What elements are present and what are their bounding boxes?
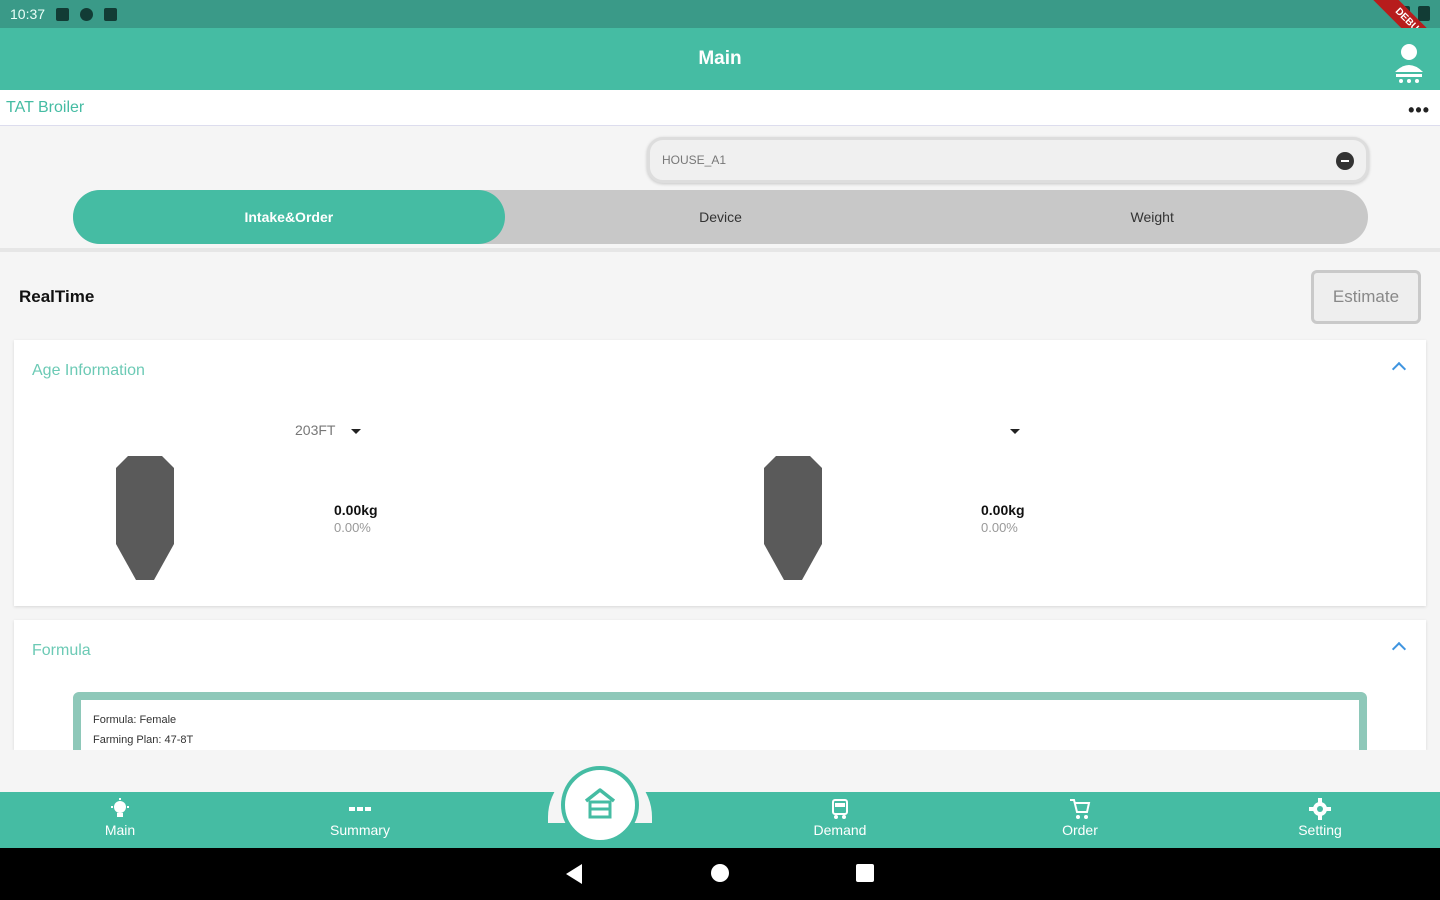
page-gap xyxy=(0,750,1440,792)
silo-1-percent: 0.00% xyxy=(334,520,371,535)
tab-intake-order[interactable]: Intake&Order xyxy=(73,190,505,244)
nav-main[interactable]: Main xyxy=(60,792,180,848)
age-information-card: Age Information 203FT 0.00kg 0.00% 0.00k… xyxy=(14,340,1426,606)
sub-bar: TAT Broiler ••• xyxy=(0,90,1440,126)
account-icon[interactable] xyxy=(1392,42,1426,84)
nav-demand[interactable]: Demand xyxy=(780,792,900,848)
silo-dropdown-2[interactable] xyxy=(994,422,1020,438)
home-fab-button[interactable] xyxy=(561,766,639,844)
silo-icon-1 xyxy=(116,456,174,580)
bottom-nav: Main Summary Demand Order Setting xyxy=(0,792,1440,848)
app-bar-title: Main xyxy=(0,28,1440,90)
nav-order-label: Order xyxy=(1062,822,1098,838)
house-select[interactable]: HOUSE_A1 xyxy=(647,137,1369,183)
house-select-value: HOUSE_A1 xyxy=(662,153,727,167)
lightbulb-icon xyxy=(111,798,129,817)
silo-dropdown-1[interactable]: 203FT xyxy=(295,422,362,438)
silo-dropdown-1-value: 203FT xyxy=(295,422,336,438)
status-time: 10:37 xyxy=(10,6,46,22)
silo-2-percent: 0.00% xyxy=(981,520,1018,535)
age-card-title: Age Information xyxy=(32,362,145,379)
silo-1-kg: 0.00kg xyxy=(334,502,378,518)
recent-apps-icon[interactable] xyxy=(856,864,874,882)
notification-icon xyxy=(56,7,70,21)
collapse-chevron-icon[interactable] xyxy=(1391,361,1407,377)
collapse-chevron-icon[interactable] xyxy=(1391,641,1407,657)
cart-icon xyxy=(1070,799,1091,819)
tab-device[interactable]: Device xyxy=(505,190,937,244)
barn-icon xyxy=(584,788,616,819)
status-bar: 10:37 xyxy=(0,0,1440,28)
system-nav-bar xyxy=(0,848,1440,900)
realtime-title: RealTime xyxy=(19,287,95,306)
sync-icon xyxy=(80,7,94,21)
nav-order[interactable]: Order xyxy=(1020,792,1140,848)
silo-icon-2 xyxy=(764,456,822,580)
tab-weight[interactable]: Weight xyxy=(936,190,1368,244)
formula-card-title: Formula xyxy=(32,642,91,659)
nav-setting[interactable]: Setting xyxy=(1260,792,1380,848)
nav-summary[interactable]: Summary xyxy=(300,792,420,848)
estimate-button[interactable]: Estimate xyxy=(1311,270,1421,324)
nav-main-label: Main xyxy=(104,822,136,838)
dropdown-caret-icon xyxy=(1010,428,1020,434)
nav-summary-label: Summary xyxy=(330,822,390,838)
nav-demand-label: Demand xyxy=(813,822,867,838)
clear-icon[interactable] xyxy=(1336,152,1354,170)
silo-2-kg: 0.00kg xyxy=(981,502,1025,518)
truck-icon xyxy=(832,799,848,819)
silo-reading-2: 0.00kg 0.00% xyxy=(981,502,1025,535)
home-icon[interactable] xyxy=(711,864,729,882)
battery-icon xyxy=(1418,6,1430,21)
sd-card-icon xyxy=(104,7,118,21)
formula-box: Formula: Female Farming Plan: 47-8T xyxy=(73,692,1367,750)
back-icon[interactable] xyxy=(566,864,582,884)
dropdown-caret-icon xyxy=(351,428,362,434)
formula-line: Formula: Female xyxy=(93,714,177,726)
gear-icon xyxy=(1309,798,1331,820)
formula-card: Formula Formula: Female Farming Plan: 47… xyxy=(14,620,1426,750)
brand-label: TAT Broiler xyxy=(6,99,85,116)
section-divider xyxy=(0,248,1440,252)
dots-icon xyxy=(349,807,371,811)
tab-bar: Intake&Order Device Weight xyxy=(73,190,1368,244)
silo-reading-1: 0.00kg 0.00% xyxy=(334,502,378,535)
nav-setting-label: Setting xyxy=(1298,822,1342,838)
more-icon[interactable]: ••• xyxy=(1408,100,1430,121)
farming-plan-line: Farming Plan: 47-8T xyxy=(93,734,194,746)
